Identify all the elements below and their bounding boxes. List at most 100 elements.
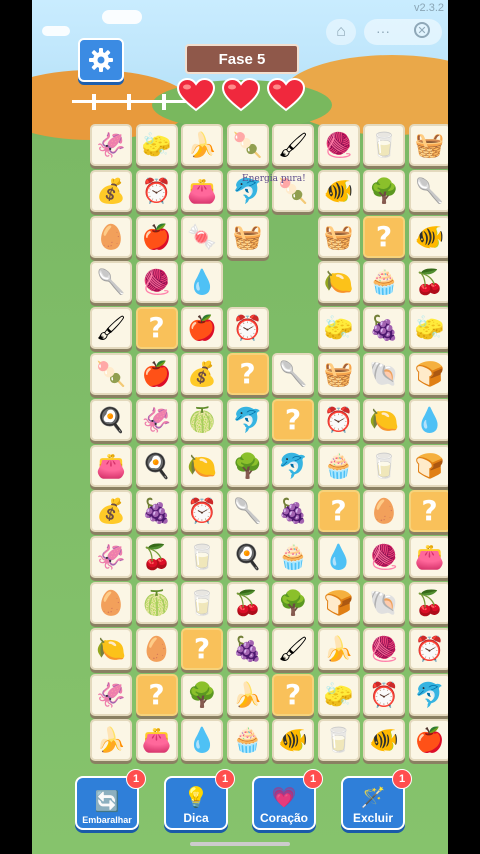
tile-yarn[interactable]: 🧶 [363, 536, 405, 579]
tile-purse[interactable]: 👛 [90, 444, 132, 487]
tile-popsicle[interactable]: 🍡 [90, 353, 132, 395]
tile-mystery[interactable]: ? [408, 490, 448, 533]
tile-sack[interactable]: 💰 [181, 353, 223, 395]
tile-tree[interactable]: 🌳 [226, 444, 269, 487]
tile-purse[interactable]: 👛 [408, 536, 448, 579]
tile-sponge[interactable]: 🧽 [135, 124, 178, 166]
tile-basket[interactable]: 🧺 [317, 353, 360, 395]
tile-cupcake[interactable]: 🧁 [363, 261, 405, 304]
tile-bread[interactable]: 🍞 [317, 582, 360, 624]
tile-mystery[interactable]: ? [226, 353, 269, 395]
tile-brush[interactable]: 🖌 [272, 627, 314, 670]
tile-banana[interactable]: 🍌 [226, 673, 269, 716]
tile-pan[interactable]: 🍳 [90, 398, 132, 441]
tile-spoon[interactable]: 🥄 [408, 169, 448, 212]
tile-spoon[interactable]: 🥄 [272, 353, 314, 395]
tile-drop[interactable]: 💧 [181, 261, 223, 304]
tile-mystery[interactable]: ? [135, 307, 178, 350]
tile-squid[interactable]: 🦑 [90, 536, 132, 579]
tile-cup[interactable]: 🥛 [317, 719, 360, 762]
tile-cupcake[interactable]: 🧁 [272, 536, 314, 579]
heart-button[interactable]: 💗 Coração 1 [252, 769, 323, 830]
tile-grapes[interactable]: 🍇 [135, 490, 178, 533]
tile-basket[interactable]: 🧺 [317, 215, 360, 258]
tile-shell[interactable]: 🐚 [363, 353, 405, 395]
home-button[interactable]: ⌂ [326, 19, 356, 45]
tile-brush[interactable]: 🖌 [90, 307, 132, 350]
tile-drop[interactable]: 💧 [317, 536, 360, 579]
tile-dolphin[interactable]: 🐬 [226, 398, 269, 441]
tile-clock[interactable]: ⏰ [135, 169, 178, 212]
remove-button[interactable]: 🪄 Excluir 1 [341, 769, 412, 830]
tile-drop[interactable]: 💧 [181, 719, 223, 762]
tile-sack[interactable]: 💰 [90, 490, 132, 533]
tile-clock[interactable]: ⏰ [408, 627, 448, 670]
tile-apple[interactable]: 🍎 [135, 353, 178, 395]
tile-sponge[interactable]: 🧽 [317, 673, 360, 716]
tile-sack[interactable]: 💰 [90, 169, 132, 212]
tile-melon[interactable]: 🍈 [135, 582, 178, 624]
tile-dolphin[interactable]: 🐬 [408, 673, 448, 716]
tile-yarn[interactable]: 🧶 [317, 124, 360, 166]
tile-lemon[interactable]: 🍋 [317, 261, 360, 304]
tile-cup[interactable]: 🥛 [181, 582, 223, 624]
tile-popsicle[interactable]: 🍡 [226, 124, 269, 166]
tile-tree[interactable]: 🌳 [272, 582, 314, 624]
tile-cherry[interactable]: 🍒 [408, 261, 448, 304]
shuffle-button[interactable]: 🔄 Embaralhar 1 [75, 769, 146, 830]
tile-lemon[interactable]: 🍋 [363, 398, 405, 441]
tile-yarn[interactable]: 🧶 [135, 261, 178, 304]
tile-egg[interactable]: 🥚 [363, 490, 405, 533]
hint-button[interactable]: 💡 Dica 1 [164, 769, 235, 830]
tile-grapes[interactable]: 🍇 [363, 307, 405, 350]
tile-egg[interactable]: 🥚 [90, 582, 132, 624]
tile-spoon[interactable]: 🥄 [90, 261, 132, 304]
tile-sponge[interactable]: 🧽 [317, 307, 360, 350]
tile-melon[interactable]: 🍈 [181, 398, 223, 441]
settings-button[interactable] [78, 38, 124, 82]
tile-mystery[interactable]: ? [317, 490, 360, 533]
tile-cherry[interactable]: 🍒 [226, 582, 269, 624]
tile-egg[interactable]: 🥚 [90, 215, 132, 258]
tile-basket[interactable]: 🧺 [408, 124, 448, 166]
tile-mystery[interactable]: ? [272, 673, 314, 716]
tile-clock[interactable]: ⏰ [317, 398, 360, 441]
close-icon[interactable]: ✕ [414, 22, 430, 38]
tile-pan[interactable]: 🍳 [226, 536, 269, 579]
tile-cherry[interactable]: 🍒 [408, 582, 448, 624]
tile-squid[interactable]: 🦑 [90, 673, 132, 716]
tile-apple[interactable]: 🍎 [408, 719, 448, 762]
tile-clock[interactable]: ⏰ [226, 307, 269, 350]
tile-banana[interactable]: 🍌 [181, 124, 223, 166]
tile-bread[interactable]: 🍞 [408, 353, 448, 395]
tile-tree[interactable]: 🌳 [363, 169, 405, 212]
tile-egg[interactable]: 🥚 [135, 627, 178, 670]
tile-fish[interactable]: 🐠 [317, 169, 360, 212]
tile-mystery[interactable]: ? [272, 398, 314, 441]
tile-clock[interactable]: ⏰ [181, 490, 223, 533]
tile-grapes[interactable]: 🍇 [226, 627, 269, 670]
tile-pan[interactable]: 🍳 [135, 444, 178, 487]
tile-spoon[interactable]: 🥄 [226, 490, 269, 533]
tile-cup[interactable]: 🥛 [363, 444, 405, 487]
tile-mystery[interactable]: ? [181, 627, 223, 670]
tile-brush[interactable]: 🖌 [272, 124, 314, 166]
tile-mystery[interactable]: ? [363, 215, 405, 258]
tile-cupcake[interactable]: 🧁 [317, 444, 360, 487]
tile-banana[interactable]: 🍌 [317, 627, 360, 670]
tile-mystery[interactable]: ? [135, 673, 178, 716]
tile-bread[interactable]: 🍞 [408, 444, 448, 487]
tile-squid[interactable]: 🦑 [135, 398, 178, 441]
tile-tree[interactable]: 🌳 [181, 673, 223, 716]
tile-lemon[interactable]: 🍋 [181, 444, 223, 487]
more-icon[interactable]: ··· [376, 23, 390, 39]
tile-basket[interactable]: 🧺 [226, 215, 269, 258]
tile-cup[interactable]: 🥛 [363, 124, 405, 166]
tile-candy[interactable]: 🍬 [181, 215, 223, 258]
tile-yarn[interactable]: 🧶 [363, 627, 405, 670]
tile-cherry[interactable]: 🍒 [135, 536, 178, 579]
tile-fish[interactable]: 🐠 [272, 719, 314, 762]
tile-cupcake[interactable]: 🧁 [226, 719, 269, 762]
tile-clock[interactable]: ⏰ [363, 673, 405, 716]
tile-purse[interactable]: 👛 [135, 719, 178, 762]
